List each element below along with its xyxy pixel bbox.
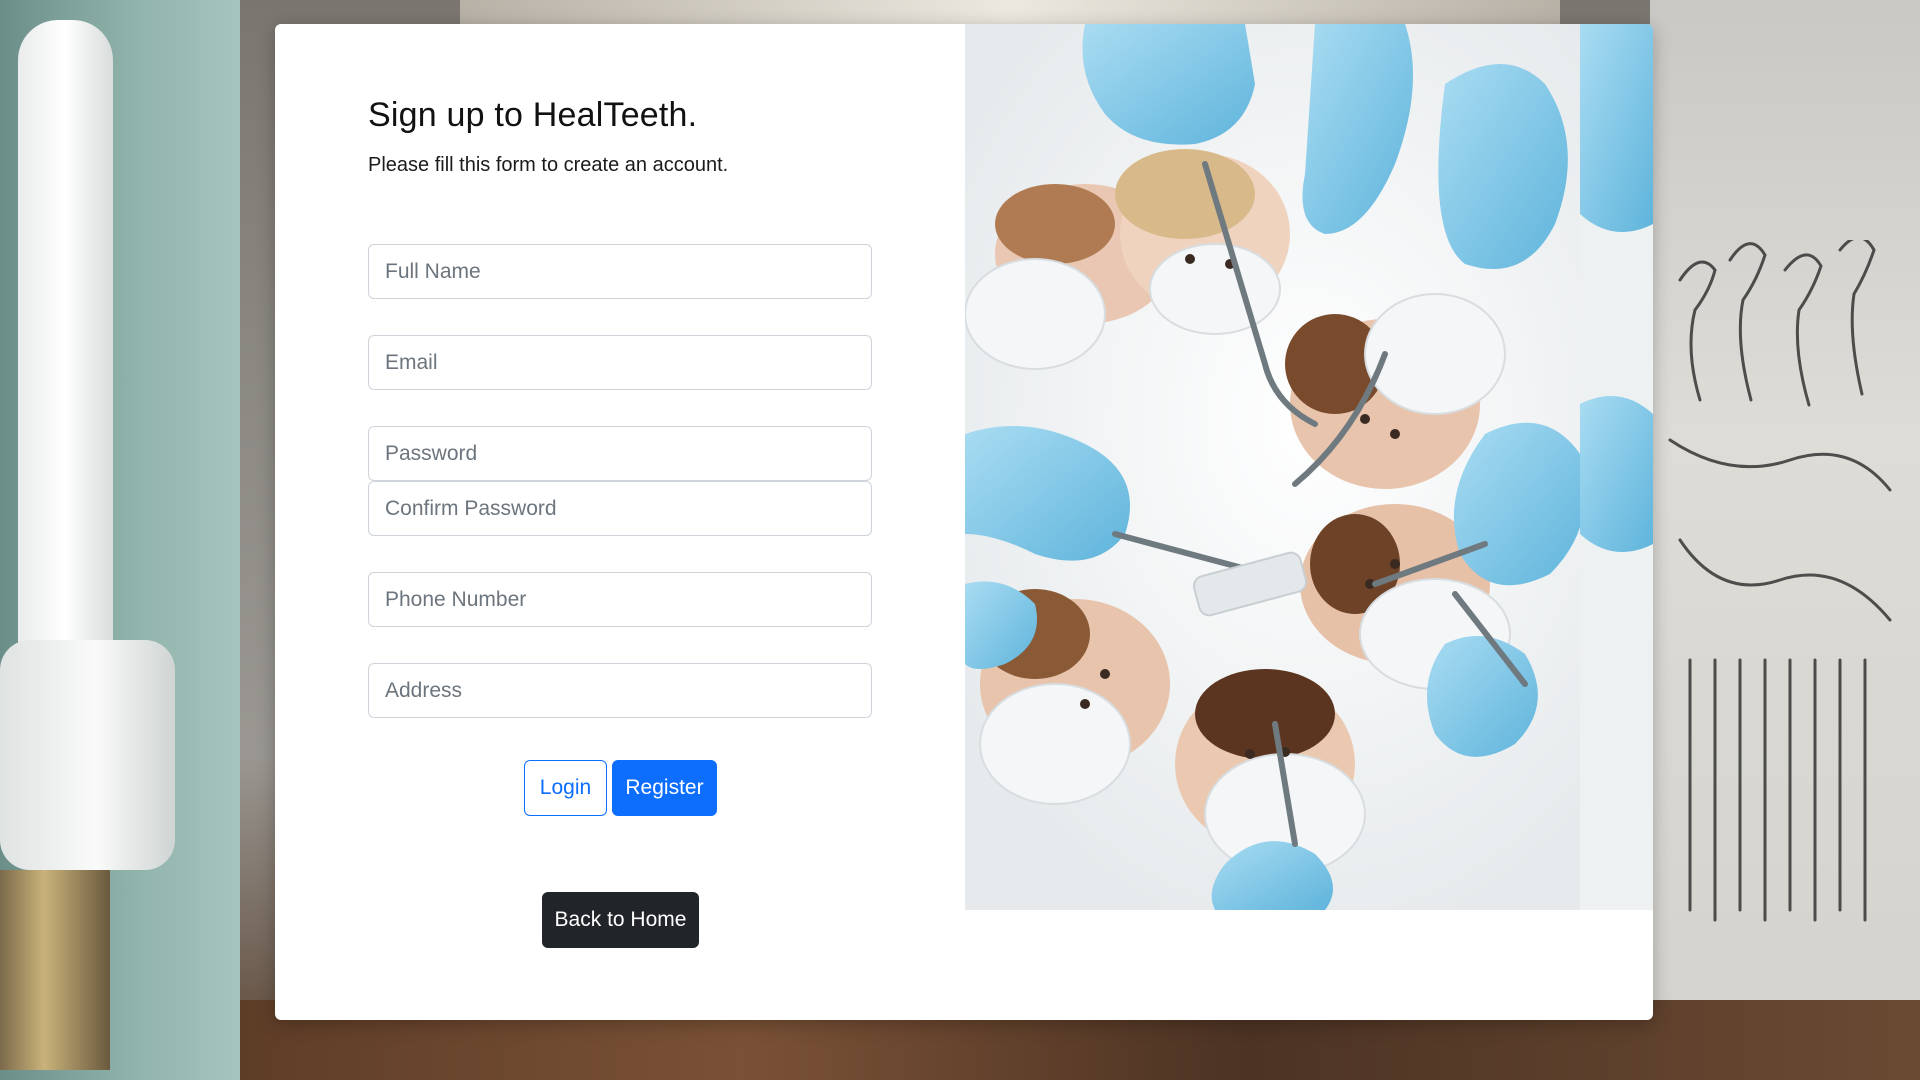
confirm-password-input[interactable] — [368, 481, 872, 536]
signup-card: Sign up to HealTeeth. Please fill this f… — [275, 24, 1653, 1020]
login-button[interactable]: Login — [524, 760, 607, 816]
password-input[interactable] — [368, 426, 872, 481]
background-ceiling-light — [460, 0, 1560, 24]
address-input[interactable] — [368, 663, 872, 718]
dentists-photo — [965, 24, 1653, 910]
email-input[interactable] — [368, 335, 872, 390]
signup-form: Sign up to HealTeeth. Please fill this f… — [275, 24, 965, 1020]
background-bird-sketch — [1668, 240, 1892, 922]
register-button[interactable]: Register — [612, 760, 717, 816]
background-lamp — [0, 870, 110, 1070]
full-name-input[interactable] — [368, 244, 872, 299]
dentists-illustration — [965, 24, 1653, 910]
back-to-home-button[interactable]: Back to Home — [542, 892, 699, 948]
page-title: Sign up to HealTeeth. — [368, 96, 698, 134]
background-xray-head — [0, 640, 175, 870]
form-subtitle: Please fill this form to create an accou… — [368, 154, 729, 176]
background-xray-arm — [18, 20, 113, 680]
phone-number-input[interactable] — [368, 572, 872, 627]
